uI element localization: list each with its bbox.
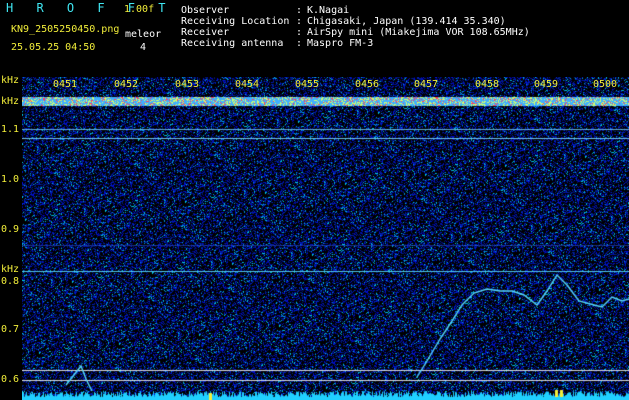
- time-tick: 0500: [593, 79, 618, 90]
- meta-value-observer: K.Nagai: [307, 5, 350, 16]
- meta-label-antenna: Receiving antenna: [181, 38, 284, 49]
- freq-label-0-6: 0.6: [1, 374, 20, 385]
- time-tick: 0458: [475, 79, 500, 90]
- header-panel: H R O F F T 1.00f KN9_2505250450.png mel…: [0, 0, 629, 76]
- time-axis: 0451 0452 0453 0454 0455 0456 0457 0458 …: [0, 79, 629, 93]
- meta-colon: :: [296, 27, 303, 38]
- meta-value-receiver: AirSpy mini (Miakejima VOR 108.65MHz): [307, 27, 530, 38]
- time-tick: 0454: [235, 79, 260, 90]
- time-tick: 0451: [53, 79, 78, 90]
- app-version: 1.00f: [124, 4, 155, 15]
- meta-colon: :: [296, 38, 303, 49]
- freq-label-0-8: 0.8: [1, 276, 20, 287]
- time-tick: 0452: [114, 79, 139, 90]
- spectrogram-canvas: [22, 77, 629, 400]
- count-label: 4: [140, 42, 147, 53]
- mode-label: meleor: [125, 29, 162, 40]
- freq-label-0-9: 0.9: [1, 224, 20, 235]
- freq-label-0-7: 0.7: [1, 324, 20, 335]
- time-tick: 0455: [295, 79, 320, 90]
- axis-unit-upper: kHz: [1, 96, 20, 107]
- time-tick: 0459: [534, 79, 559, 90]
- datetime-label: 25.05.25 04:50: [11, 42, 96, 53]
- meta-value-location: Chigasaki, Japan (139.414 35.340): [307, 16, 506, 27]
- image-filename: KN9_2505250450.png: [11, 24, 120, 35]
- meta-label-location: Receiving Location: [181, 16, 290, 27]
- meta-colon: :: [296, 16, 303, 27]
- time-tick: 0456: [355, 79, 380, 90]
- meta-label-observer: Observer: [181, 5, 230, 16]
- freq-label-1-0: 1.0: [1, 174, 20, 185]
- freq-label-1-1: 1.1: [1, 124, 20, 135]
- time-tick: 0453: [175, 79, 200, 90]
- meta-value-antenna: Maspro FM-3: [307, 38, 374, 49]
- meta-label-receiver: Receiver: [181, 27, 230, 38]
- axis-unit-lower: kHz: [1, 264, 20, 275]
- time-tick: 0457: [414, 79, 439, 90]
- meta-colon: :: [296, 5, 303, 16]
